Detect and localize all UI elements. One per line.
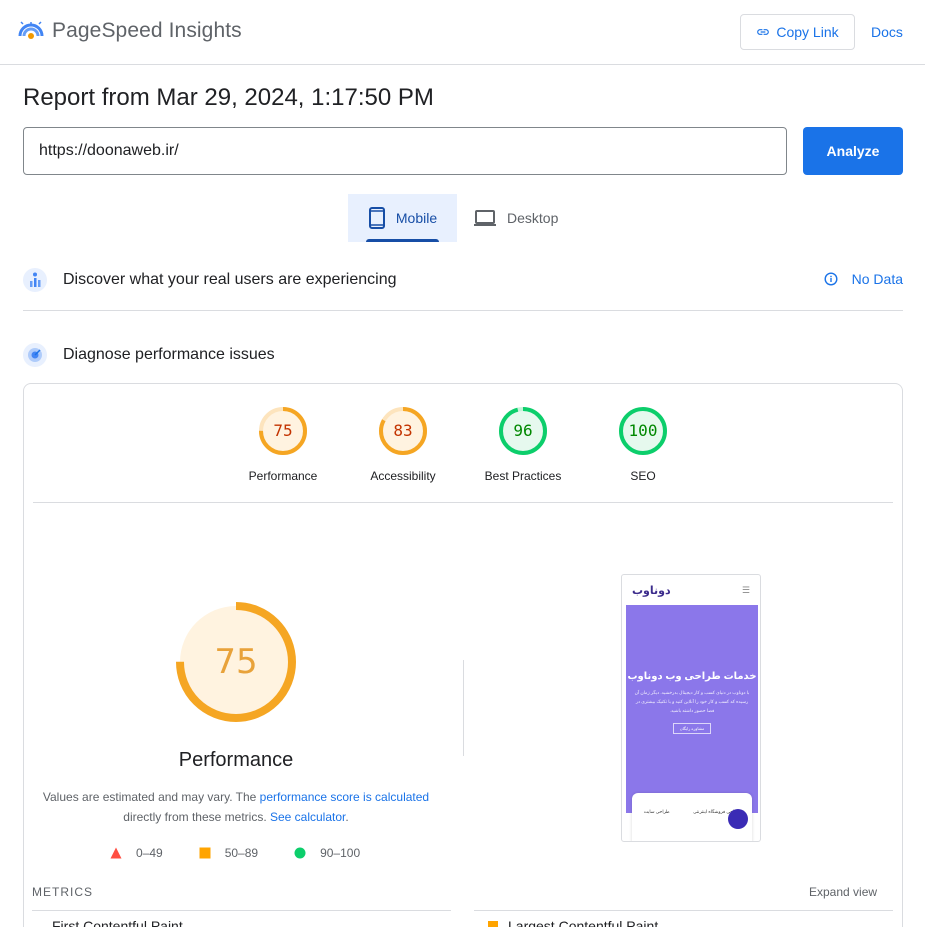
info-icon — [824, 272, 838, 286]
tab-desktop-label: Desktop — [507, 210, 559, 226]
expand-view-button[interactable]: Expand view — [809, 885, 877, 899]
page-screenshot: دوناوب ☰ خدمات طراحی وب دوناوب با دوناوب… — [621, 574, 761, 842]
score-legend: 0–49 50–89 90–100 — [110, 846, 396, 860]
lab-data-header: Diagnose performance issues — [23, 340, 903, 370]
best-practices-label: Best Practices — [484, 469, 562, 483]
hamburger-menu-icon: ☰ — [741, 584, 750, 595]
screenshot-header: دوناوب ☰ — [622, 575, 760, 605]
section-divider — [23, 310, 903, 311]
smartphone-icon — [368, 207, 385, 229]
screenshot-paragraph: با دوناوب در دنیای کسب و کار دیجیتال بدر… — [634, 690, 750, 713]
metric-fcp-label: First Contentful Paint — [52, 918, 183, 927]
performance-score: 75 — [273, 421, 293, 440]
chat-bubble-icon — [728, 809, 748, 829]
top-bar: PageSpeed Insights Copy Link Docs — [0, 0, 925, 65]
metrics-divider-left — [32, 910, 451, 911]
square-icon — [488, 921, 498, 927]
tab-mobile-label: Mobile — [395, 210, 438, 226]
score-gauge-accessibility[interactable]: 83 Accessibility — [353, 406, 453, 483]
diagnose-icon — [23, 343, 47, 367]
square-icon — [199, 847, 211, 859]
no-data-label: No Data — [851, 271, 903, 287]
score-gauge-seo[interactable]: 100 SEO — [593, 406, 693, 483]
performance-title: Performance — [178, 749, 294, 771]
performance-note: Values are estimated and may vary. The p… — [33, 787, 439, 827]
copy-link-button[interactable]: Copy Link — [740, 14, 855, 50]
link-icon — [757, 29, 770, 35]
tab-mobile[interactable]: Mobile — [348, 194, 457, 242]
metrics-divider-right — [474, 910, 893, 911]
legend-fail-label: 0–49 — [136, 846, 163, 860]
accessibility-label: Accessibility — [370, 469, 436, 483]
pagespeed-logo-icon[interactable] — [18, 18, 44, 44]
metrics-heading: METRICS — [32, 885, 93, 899]
note-prefix: Values are estimated and may vary. The — [42, 790, 260, 804]
screenshot-button: مشاوره رایگان — [673, 723, 711, 734]
brand-title[interactable]: PageSpeed Insights — [52, 19, 242, 43]
seo-label: SEO — [630, 469, 656, 483]
accessibility-score: 83 — [393, 421, 413, 440]
docs-link[interactable]: Docs — [871, 24, 903, 40]
score-gauge-performance[interactable]: 75 Performance — [233, 406, 333, 483]
score-gauge-best-practices[interactable]: 96 Best Practices — [473, 406, 573, 483]
screenshot-logo: دوناوب — [632, 584, 671, 597]
url-input[interactable] — [23, 127, 787, 175]
vertical-divider — [463, 660, 464, 756]
circle-icon — [294, 847, 306, 859]
score-calculated-link[interactable]: performance score is calculated — [260, 790, 429, 804]
seo-score: 100 — [628, 421, 658, 440]
analyze-button[interactable]: Analyze — [803, 127, 903, 175]
report-title: Report from Mar 29, 2024, 1:17:50 PM — [23, 84, 434, 111]
best-practices-score: 96 — [513, 421, 533, 440]
legend-pass-label: 90–100 — [320, 846, 361, 860]
legend-fail: 0–49 — [110, 846, 163, 860]
tab-desktop[interactable]: Desktop — [473, 194, 558, 242]
copy-link-label: Copy Link — [776, 24, 839, 40]
performance-big-score: 75 — [214, 642, 258, 682]
laptop-icon — [474, 210, 496, 226]
screenshot-heading: خدمات طراحی وب دوناوب — [627, 671, 757, 682]
screenshot-hero: خدمات طراحی وب دوناوب با دوناوب در دنیای… — [626, 605, 758, 813]
metric-fcp[interactable]: First Contentful Paint — [52, 918, 183, 927]
performance-label: Performance — [248, 469, 318, 483]
legend-average: 50–89 — [199, 846, 258, 860]
field-data-title: Discover what your real users are experi… — [63, 271, 397, 288]
legend-average-label: 50–89 — [224, 846, 259, 860]
no-data-indicator[interactable]: No Data — [824, 271, 903, 287]
screenshot-card-item: طراحی سایت — [643, 809, 670, 814]
metric-lcp[interactable]: Largest Contentful Paint — [488, 918, 658, 927]
lab-data-title: Diagnose performance issues — [63, 346, 275, 363]
users-chart-icon — [23, 268, 47, 292]
see-calculator-link[interactable]: See calculator — [270, 810, 345, 824]
gauges-divider — [33, 502, 893, 503]
legend-pass: 90–100 — [294, 846, 360, 860]
note-mid: directly from these metrics. — [123, 810, 270, 824]
triangle-icon — [110, 847, 122, 859]
note-end: . — [345, 810, 349, 824]
tab-active-indicator — [366, 239, 439, 242]
metric-lcp-label: Largest Contentful Paint — [508, 918, 659, 927]
field-data-header[interactable]: Discover what your real users are experi… — [23, 265, 903, 295]
